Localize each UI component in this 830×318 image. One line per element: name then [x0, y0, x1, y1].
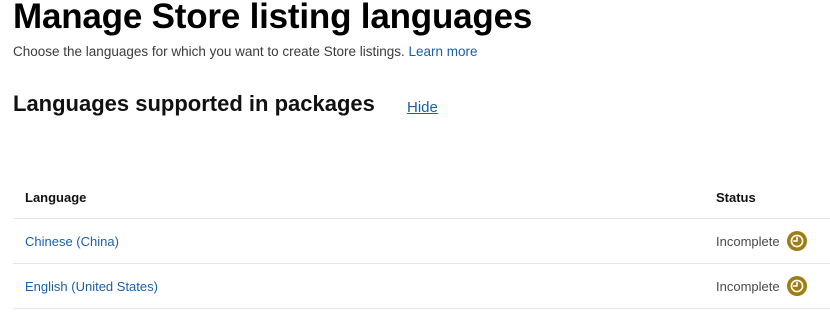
status-indicator: Incomplete	[716, 276, 807, 296]
status-text: Incomplete	[716, 278, 780, 294]
page-title: Manage Store listing languages	[13, 0, 533, 36]
learn-more-link[interactable]: Learn more	[409, 44, 478, 59]
incomplete-clock-icon	[786, 276, 807, 296]
subtitle-text: Choose the languages for which you want …	[13, 44, 405, 59]
status-indicator: Incomplete	[716, 231, 807, 251]
language-cell: English (United States)	[13, 263, 704, 309]
table-row: Chinese (China) Incomplete	[13, 218, 830, 264]
column-header-language: Language	[13, 176, 704, 219]
status-text: Incomplete	[716, 233, 780, 249]
table-row: English (United States) Incomplete	[13, 263, 830, 309]
incomplete-clock-icon	[786, 231, 807, 251]
status-cell: Incomplete	[704, 263, 830, 309]
column-header-status: Status	[704, 176, 830, 219]
language-link[interactable]: Chinese (China)	[25, 234, 119, 249]
hide-link[interactable]: Hide	[407, 98, 438, 118]
store-listing-languages-page: Manage Store listing languages Choose th…	[0, 0, 830, 318]
section-title: Languages supported in packages	[13, 91, 375, 116]
table-header-row: Language Status	[13, 176, 830, 219]
language-link[interactable]: English (United States)	[25, 279, 158, 294]
language-cell: Chinese (China)	[13, 218, 704, 264]
status-cell: Incomplete	[704, 218, 830, 264]
languages-table: Language Status Chinese (China) Incomple…	[13, 176, 830, 309]
page-subtitle: Choose the languages for which you want …	[13, 43, 478, 61]
